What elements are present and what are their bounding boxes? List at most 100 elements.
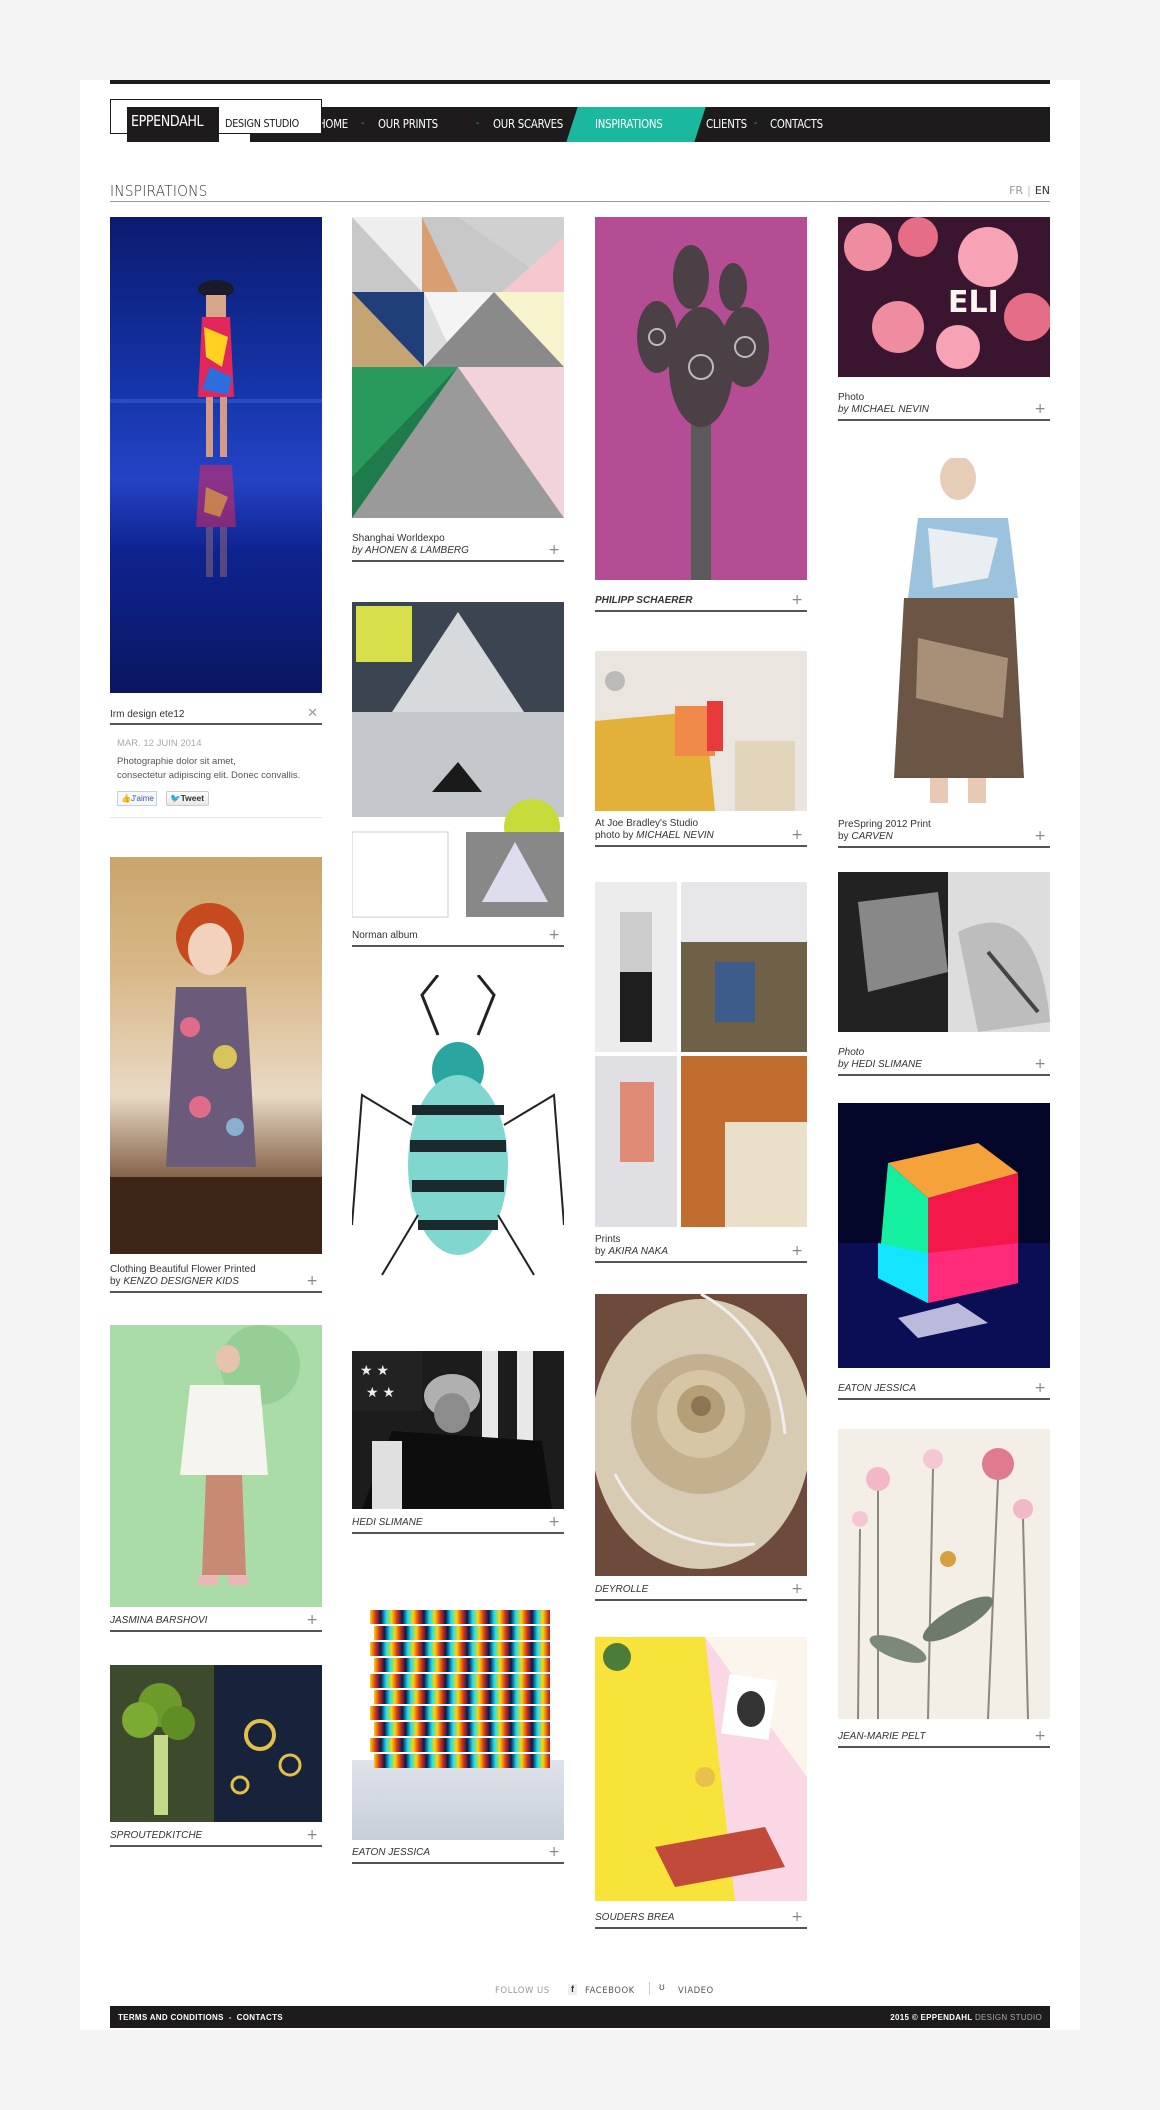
card-image[interactable] — [595, 217, 807, 580]
expand-plus-icon[interactable]: + — [548, 1845, 560, 1859]
viadeo-icon[interactable]: ʊ — [659, 1982, 665, 1993]
expand-plus-icon[interactable]: + — [791, 1582, 803, 1596]
tweet-button[interactable]: 🐦Tweet — [166, 791, 209, 806]
card-caption[interactable]: DEYROLLE + — [595, 1582, 807, 1601]
card-caption[interactable]: Norman album + — [352, 928, 564, 947]
card-image[interactable] — [838, 458, 1050, 803]
inspiration-card: Norman album + — [352, 602, 564, 947]
facebook-icon[interactable]: f — [568, 1984, 577, 1995]
chromatic-waves-illustration — [352, 1610, 564, 1840]
inspiration-card: PHILIPP SCHAERER + — [595, 217, 807, 617]
card-caption[interactable]: SPROUTEDKITCHE + — [110, 1828, 322, 1847]
card-image[interactable] — [352, 1610, 564, 1840]
inspiration-card: EATON JESSICA + — [352, 1610, 564, 1870]
expand-plus-icon[interactable]: + — [1034, 1381, 1046, 1395]
card-image[interactable] — [838, 872, 1050, 1032]
svg-text:★ ★: ★ ★ — [366, 1384, 395, 1400]
logo-name[interactable]: EPPENDAHL — [131, 112, 204, 130]
inspiration-card: DEYROLLE + — [595, 1294, 807, 1614]
card-caption[interactable]: EATON JESSICA + — [838, 1381, 1050, 1400]
inspiration-card: At Joe Bradley's Studio photo by MICHAEL… — [595, 651, 807, 851]
neon-cube-illustration — [838, 1103, 1050, 1368]
card-image[interactable] — [110, 1325, 322, 1607]
expand-plus-icon[interactable]: + — [791, 1244, 803, 1258]
prints-grid-illustration — [595, 882, 807, 1227]
lang-en[interactable]: EN — [1035, 184, 1050, 197]
viadeo-link[interactable]: VIADEO — [678, 1986, 714, 1996]
lang-separator: | — [1027, 184, 1031, 197]
facebook-link[interactable]: FACEBOOK — [585, 1986, 635, 1996]
card-image[interactable] — [352, 602, 564, 922]
card-image[interactable] — [838, 1103, 1050, 1368]
card-caption[interactable]: Clothing Beautiful Flower Printed by KEN… — [110, 1264, 322, 1293]
card-caption[interactable]: EATON JESSICA + — [352, 1845, 564, 1864]
detail-divider — [110, 817, 322, 818]
terms-link[interactable]: TERMS AND CONDITIONS — [118, 2013, 224, 2022]
caption-author: AKIRA NAKA — [608, 1246, 668, 1257]
nav-our-scarves[interactable]: OUR SCARVES — [493, 107, 563, 142]
caption-title: Irm design ete12 — [110, 709, 185, 720]
card-caption[interactable]: At Joe Bradley's Studio photo by MICHAEL… — [595, 818, 807, 847]
card-image[interactable] — [110, 217, 322, 693]
card-image[interactable] — [110, 1665, 322, 1822]
nav-inspirations[interactable]: INSPIRATIONS — [595, 107, 663, 142]
caption-author: SOUDERS BREA — [595, 1912, 675, 1923]
expand-plus-icon[interactable]: + — [1034, 1057, 1046, 1071]
expand-plus-icon[interactable]: + — [306, 1274, 318, 1288]
card-caption[interactable]: PreSpring 2012 Print by CARVEN + — [838, 819, 1050, 848]
close-icon[interactable]: ✕ — [307, 706, 318, 719]
expand-plus-icon[interactable]: + — [548, 928, 560, 942]
card-caption[interactable]: SOUDERS BREA + — [595, 1910, 807, 1929]
card-image[interactable] — [838, 1429, 1050, 1719]
nav-home[interactable]: HOME — [318, 107, 348, 142]
card-caption[interactable]: HEDI SLIMANE + — [352, 1515, 564, 1534]
social-divider — [649, 1982, 650, 1995]
card-caption[interactable]: Photo by MICHAEL NEVIN + — [838, 392, 1050, 421]
caption-title: Photo — [838, 392, 865, 403]
expand-plus-icon[interactable]: + — [791, 593, 803, 607]
card-caption[interactable]: JEAN-MARIE PELT + — [838, 1729, 1050, 1748]
language-switcher: FR | EN — [1009, 184, 1050, 197]
inspiration-card: EATON JESSICA + — [838, 1103, 1050, 1423]
nav-clients[interactable]: CLIENTS — [706, 107, 747, 142]
inspiration-card: SOUDERS BREA + — [595, 1637, 807, 1937]
card-image[interactable] — [595, 651, 807, 811]
expand-plus-icon[interactable]: + — [548, 543, 560, 557]
card-caption[interactable]: Prints by AKIRA NAKA + — [595, 1234, 807, 1263]
card-image[interactable] — [352, 217, 564, 518]
expand-plus-icon[interactable]: + — [791, 828, 803, 842]
card-image[interactable]: ELI — [838, 217, 1050, 377]
card-caption[interactable]: Irm design ete12 ✕ — [110, 705, 322, 725]
expand-plus-icon[interactable]: + — [306, 1828, 318, 1842]
expand-plus-icon[interactable]: + — [306, 1613, 318, 1627]
expand-plus-icon[interactable]: + — [548, 1515, 560, 1529]
post-description-line-1: Photographie dolor sit amet, — [117, 756, 236, 767]
card-image[interactable] — [110, 857, 322, 1254]
expand-plus-icon[interactable]: + — [1034, 402, 1046, 416]
inspiration-card: Irm design ete12 ✕ MAR. 12 JUIN 2014 Pho… — [110, 217, 322, 827]
card-image[interactable] — [595, 882, 807, 1227]
expand-plus-icon[interactable]: + — [791, 1910, 803, 1924]
card-caption[interactable]: Shanghai Worldexpo by AHONEN & LAMBERG + — [352, 533, 564, 562]
card-image[interactable]: ★ ★ ★ ★ — [352, 1351, 564, 1509]
card-caption[interactable]: JASMINA BARSHOVI + — [110, 1613, 322, 1632]
svg-text:ELI: ELI — [948, 285, 999, 320]
copyright: 2015 © EPPENDAHL DESIGN STUDIO — [890, 2013, 1042, 2022]
nav-our-prints[interactable]: OUR PRINTS — [378, 107, 438, 142]
card-image[interactable] — [352, 975, 564, 1285]
expand-plus-icon[interactable]: + — [1034, 829, 1046, 843]
card-image[interactable] — [595, 1637, 807, 1901]
caption-title: Photo — [838, 1047, 865, 1058]
facebook-like-button[interactable]: 👍J'aime — [117, 791, 157, 806]
nav-separator: - — [754, 118, 758, 129]
patterned-cactus-illustration — [637, 245, 769, 580]
caption-title: At Joe Bradley's Studio — [595, 818, 699, 829]
card-image[interactable] — [595, 1294, 807, 1576]
card-caption[interactable]: Photo by HEDI SLIMANE + — [838, 1047, 1050, 1076]
lang-fr[interactable]: FR — [1009, 184, 1023, 197]
footer-contacts-link[interactable]: CONTACTS — [237, 2013, 283, 2022]
caption-prefix: by — [838, 404, 852, 415]
card-caption[interactable]: PHILIPP SCHAERER + — [595, 593, 807, 612]
expand-plus-icon[interactable]: + — [1034, 1729, 1046, 1743]
nav-contacts[interactable]: CONTACTS — [770, 107, 823, 142]
